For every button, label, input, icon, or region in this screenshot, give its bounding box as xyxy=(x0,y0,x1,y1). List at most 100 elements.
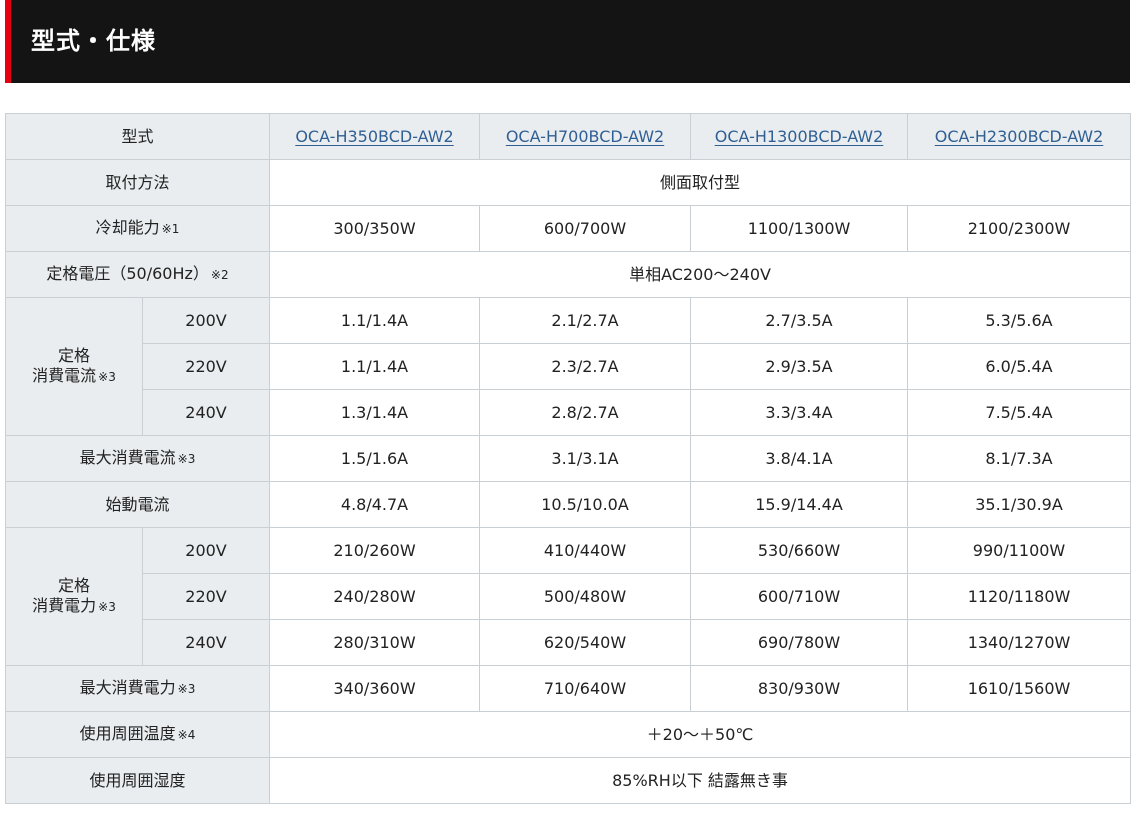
value-cell: 1120/1180W xyxy=(907,573,1132,620)
voltage-label: 220V xyxy=(141,343,271,390)
label-text: 消費電流 xyxy=(32,366,97,385)
value-ambient-temp: ＋20〜＋50℃ xyxy=(269,711,1132,758)
model-link-3[interactable]: OCA-H1300BCD-AW2 xyxy=(715,127,884,146)
label-cooling-capacity: 冷却能力 ※1 xyxy=(4,205,271,252)
value-cell: 2.9/3.5A xyxy=(690,343,909,390)
row-max-current: 最大消費電流 ※3 1.5/1.6A 3.1/3.1A 3.8/4.1A 8.1/… xyxy=(4,435,1132,482)
value-cell: 2.8/2.7A xyxy=(479,389,692,436)
row-rated-power-200: 定格 消費電力 ※3 200V 210/260W 410/440W 530/660W… xyxy=(5,527,1132,666)
note-mark: ※3 xyxy=(177,452,196,466)
row-rated-current-220: 220V 1.1/1.4A 2.3/2.7A 2.9/3.5A 6.0/5.4A xyxy=(6,343,1132,390)
label-text: 使用周囲温度 xyxy=(79,724,176,743)
label-starting-current: 始動電流 xyxy=(4,481,271,528)
spec-table: 型式 OCA-H350BCD-AW2 OCA-H700BCD-AW2 OCA-H… xyxy=(4,113,1132,804)
value-cell: 690/780W xyxy=(690,619,909,666)
value-rated-voltage: 単相AC200〜240V xyxy=(269,251,1132,298)
note-mark: ※3 xyxy=(98,370,116,384)
value-cell: 7.5/5.4A xyxy=(907,389,1132,436)
value-cell: 10.5/10.0A xyxy=(479,481,692,528)
value-cell: 1340/1270W xyxy=(907,619,1132,666)
model-cell: OCA-H1300BCD-AW2 xyxy=(690,113,909,160)
value-cell: 35.1/30.9A xyxy=(907,481,1132,528)
value-cell: 1.3/1.4A xyxy=(269,389,481,436)
value-cell: 1100/1300W xyxy=(690,205,909,252)
note-mark: ※3 xyxy=(98,600,116,614)
section-title: 型式・仕様 xyxy=(31,27,156,55)
row-rated-power-220: 220V 240/280W 500/480W 600/710W 1120/118… xyxy=(6,573,1132,620)
value-cell: 6.0/5.4A xyxy=(907,343,1132,390)
value-cell: 1.5/1.6A xyxy=(269,435,481,482)
value-cell: 3.8/4.1A xyxy=(690,435,909,482)
model-link-2[interactable]: OCA-H700BCD-AW2 xyxy=(506,127,664,146)
row-rated-voltage: 定格電圧（50/60Hz） ※2 単相AC200〜240V xyxy=(4,251,1132,298)
row-mounting: 取付方法 側面取付型 xyxy=(4,159,1132,206)
value-cell: 990/1100W xyxy=(907,527,1132,574)
note-mark: ※2 xyxy=(210,268,229,282)
value-cell: 2.3/2.7A xyxy=(479,343,692,390)
voltage-label: 200V xyxy=(141,527,271,574)
voltage-label: 240V xyxy=(141,389,271,436)
label-max-power: 最大消費電力 ※3 xyxy=(4,665,271,712)
value-cell: 2.7/3.5A xyxy=(690,297,909,344)
label-text: 定格 xyxy=(57,576,90,595)
label-max-current: 最大消費電流 ※3 xyxy=(4,435,271,482)
value-cell: 600/710W xyxy=(690,573,909,620)
row-rated-current-200: 定格 消費電流 ※3 200V 1.1/1.4A 2.1/2.7A 2.7/3.5A… xyxy=(5,297,1132,436)
note-mark: ※4 xyxy=(177,728,196,742)
value-cell: 2.1/2.7A xyxy=(479,297,692,344)
value-cell: 530/660W xyxy=(690,527,909,574)
label-text: 定格電圧（50/60Hz） xyxy=(46,264,209,283)
value-cell: 15.9/14.4A xyxy=(690,481,909,528)
model-cell: OCA-H2300BCD-AW2 xyxy=(907,113,1132,160)
note-mark: ※3 xyxy=(177,682,196,696)
label-text: 最大消費電力 xyxy=(79,678,176,697)
voltage-label: 200V xyxy=(141,297,271,344)
value-cell: 410/440W xyxy=(479,527,692,574)
value-cell: 3.1/3.1A xyxy=(479,435,692,482)
value-ambient-humidity: 85%RH以下 結露無き事 xyxy=(269,757,1132,804)
label-model: 型式 xyxy=(4,113,271,160)
voltage-label: 220V xyxy=(141,573,271,620)
label-rated-voltage: 定格電圧（50/60Hz） ※2 xyxy=(4,251,271,298)
value-cell: 240/280W xyxy=(269,573,481,620)
value-cell: 210/260W xyxy=(269,527,481,574)
label-text: 消費電力 xyxy=(32,596,97,615)
value-cell: 2100/2300W xyxy=(907,205,1132,252)
label-text: 定格 xyxy=(57,346,90,365)
label-mounting: 取付方法 xyxy=(4,159,271,206)
value-cell: 600/700W xyxy=(479,205,692,252)
value-cell: 1.1/1.4A xyxy=(269,297,481,344)
model-link-4[interactable]: OCA-H2300BCD-AW2 xyxy=(935,127,1104,146)
row-starting-current: 始動電流 4.8/4.7A 10.5/10.0A 15.9/14.4A 35.1… xyxy=(4,481,1132,528)
label-text: 最大消費電流 xyxy=(79,448,176,467)
model-cell: OCA-H700BCD-AW2 xyxy=(479,113,692,160)
value-cell: 300/350W xyxy=(269,205,481,252)
value-cell: 8.1/7.3A xyxy=(907,435,1132,482)
label-ambient-humidity: 使用周囲湿度 xyxy=(4,757,271,804)
label-ambient-temp: 使用周囲温度 ※4 xyxy=(4,711,271,758)
row-cooling-capacity: 冷却能力 ※1 300/350W 600/700W 1100/1300W 2100… xyxy=(4,205,1132,252)
note-mark: ※1 xyxy=(161,222,180,236)
label-rated-current: 定格 消費電流 ※3 xyxy=(5,297,143,436)
label-text: 冷却能力 xyxy=(95,218,160,237)
label-rated-power: 定格 消費電力 ※3 xyxy=(5,527,143,666)
value-cell: 500/480W xyxy=(479,573,692,620)
value-cell: 340/360W xyxy=(269,665,481,712)
value-cell: 5.3/5.6A xyxy=(907,297,1132,344)
value-cell: 280/310W xyxy=(269,619,481,666)
row-ambient-temp: 使用周囲温度 ※4 ＋20〜＋50℃ xyxy=(4,711,1132,758)
row-model: 型式 OCA-H350BCD-AW2 OCA-H700BCD-AW2 OCA-H… xyxy=(4,113,1132,160)
value-mounting: 側面取付型 xyxy=(269,159,1132,206)
row-max-power: 最大消費電力 ※3 340/360W 710/640W 830/930W 1610… xyxy=(4,665,1132,712)
section-header: 型式・仕様 xyxy=(5,0,1130,83)
value-cell: 620/540W xyxy=(479,619,692,666)
value-cell: 1.1/1.4A xyxy=(269,343,481,390)
value-cell: 3.3/3.4A xyxy=(690,389,909,436)
value-cell: 710/640W xyxy=(479,665,692,712)
value-cell: 1610/1560W xyxy=(907,665,1132,712)
model-link-1[interactable]: OCA-H350BCD-AW2 xyxy=(295,127,453,146)
value-cell: 4.8/4.7A xyxy=(269,481,481,528)
row-ambient-humidity: 使用周囲湿度 85%RH以下 結露無き事 xyxy=(4,757,1132,804)
row-rated-power-240: 240V 280/310W 620/540W 690/780W 1340/127… xyxy=(6,619,1132,666)
row-rated-current-240: 240V 1.3/1.4A 2.8/2.7A 3.3/3.4A 7.5/5.4A xyxy=(6,389,1132,436)
